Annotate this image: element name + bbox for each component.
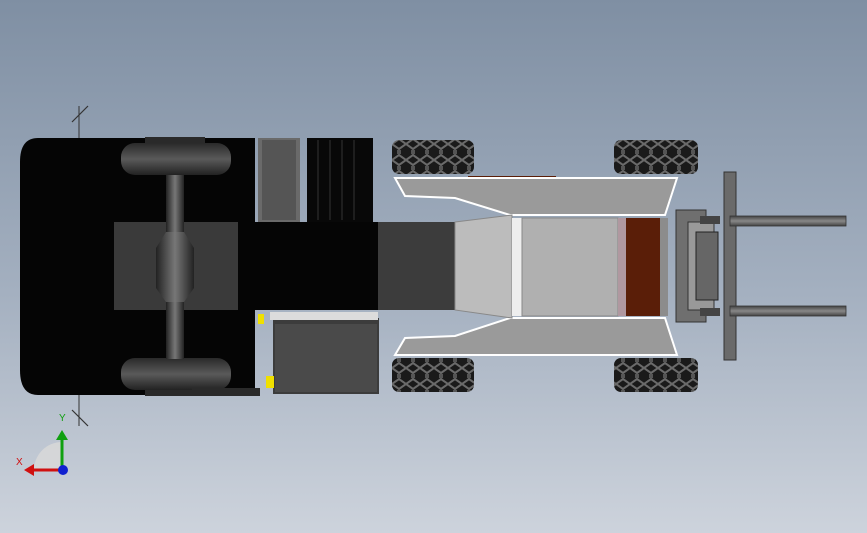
triad-x-arrow (24, 464, 34, 476)
triad-y-arrow (56, 430, 68, 440)
side-panel-top-inner (262, 140, 296, 220)
triad-x-label: X (16, 457, 23, 468)
axle-rod-upper[interactable] (166, 175, 184, 237)
fork-right-tine[interactable] (729, 305, 847, 317)
axis-line-bottom (71, 395, 89, 427)
bottom-step[interactable] (192, 388, 260, 396)
fuel-tank[interactable] (307, 138, 373, 222)
axis-line-top (71, 105, 89, 138)
differential-housing[interactable] (156, 232, 194, 302)
front-wheel-bottom-left[interactable] (392, 358, 474, 392)
triad-arc (34, 442, 62, 470)
chassis-center[interactable] (255, 222, 380, 310)
front-wheel-top-left[interactable] (392, 140, 474, 174)
mast-channel (695, 231, 719, 301)
coordinate-triad (24, 430, 68, 476)
engine-block[interactable] (378, 222, 458, 310)
frame-center-plate[interactable] (521, 217, 619, 317)
graphics-viewport[interactable]: Y X (0, 0, 867, 533)
front-wheel-bottom-right[interactable] (614, 358, 698, 392)
yellow-step-light-1 (258, 314, 264, 324)
counter-panel-edge (618, 218, 626, 316)
yellow-step-light-2 (266, 376, 274, 388)
frame-funnel[interactable] (454, 214, 513, 319)
frame-divider (512, 218, 522, 316)
axle-rod-lower[interactable] (166, 297, 184, 359)
counter-panel-frame (660, 218, 668, 316)
triad-z-dot (58, 465, 68, 475)
forklift-model[interactable] (0, 0, 867, 533)
frame-lower-arm[interactable] (393, 317, 679, 356)
side-panel-bottom-inner (275, 324, 377, 392)
step-rail[interactable] (270, 312, 378, 320)
front-wheel-top-right[interactable] (614, 140, 698, 174)
triad-y-label: Y (59, 413, 66, 424)
frame-upper-arm[interactable] (393, 177, 679, 216)
fork-left-tine[interactable] (729, 215, 847, 227)
fork-backrest[interactable] (723, 171, 737, 361)
